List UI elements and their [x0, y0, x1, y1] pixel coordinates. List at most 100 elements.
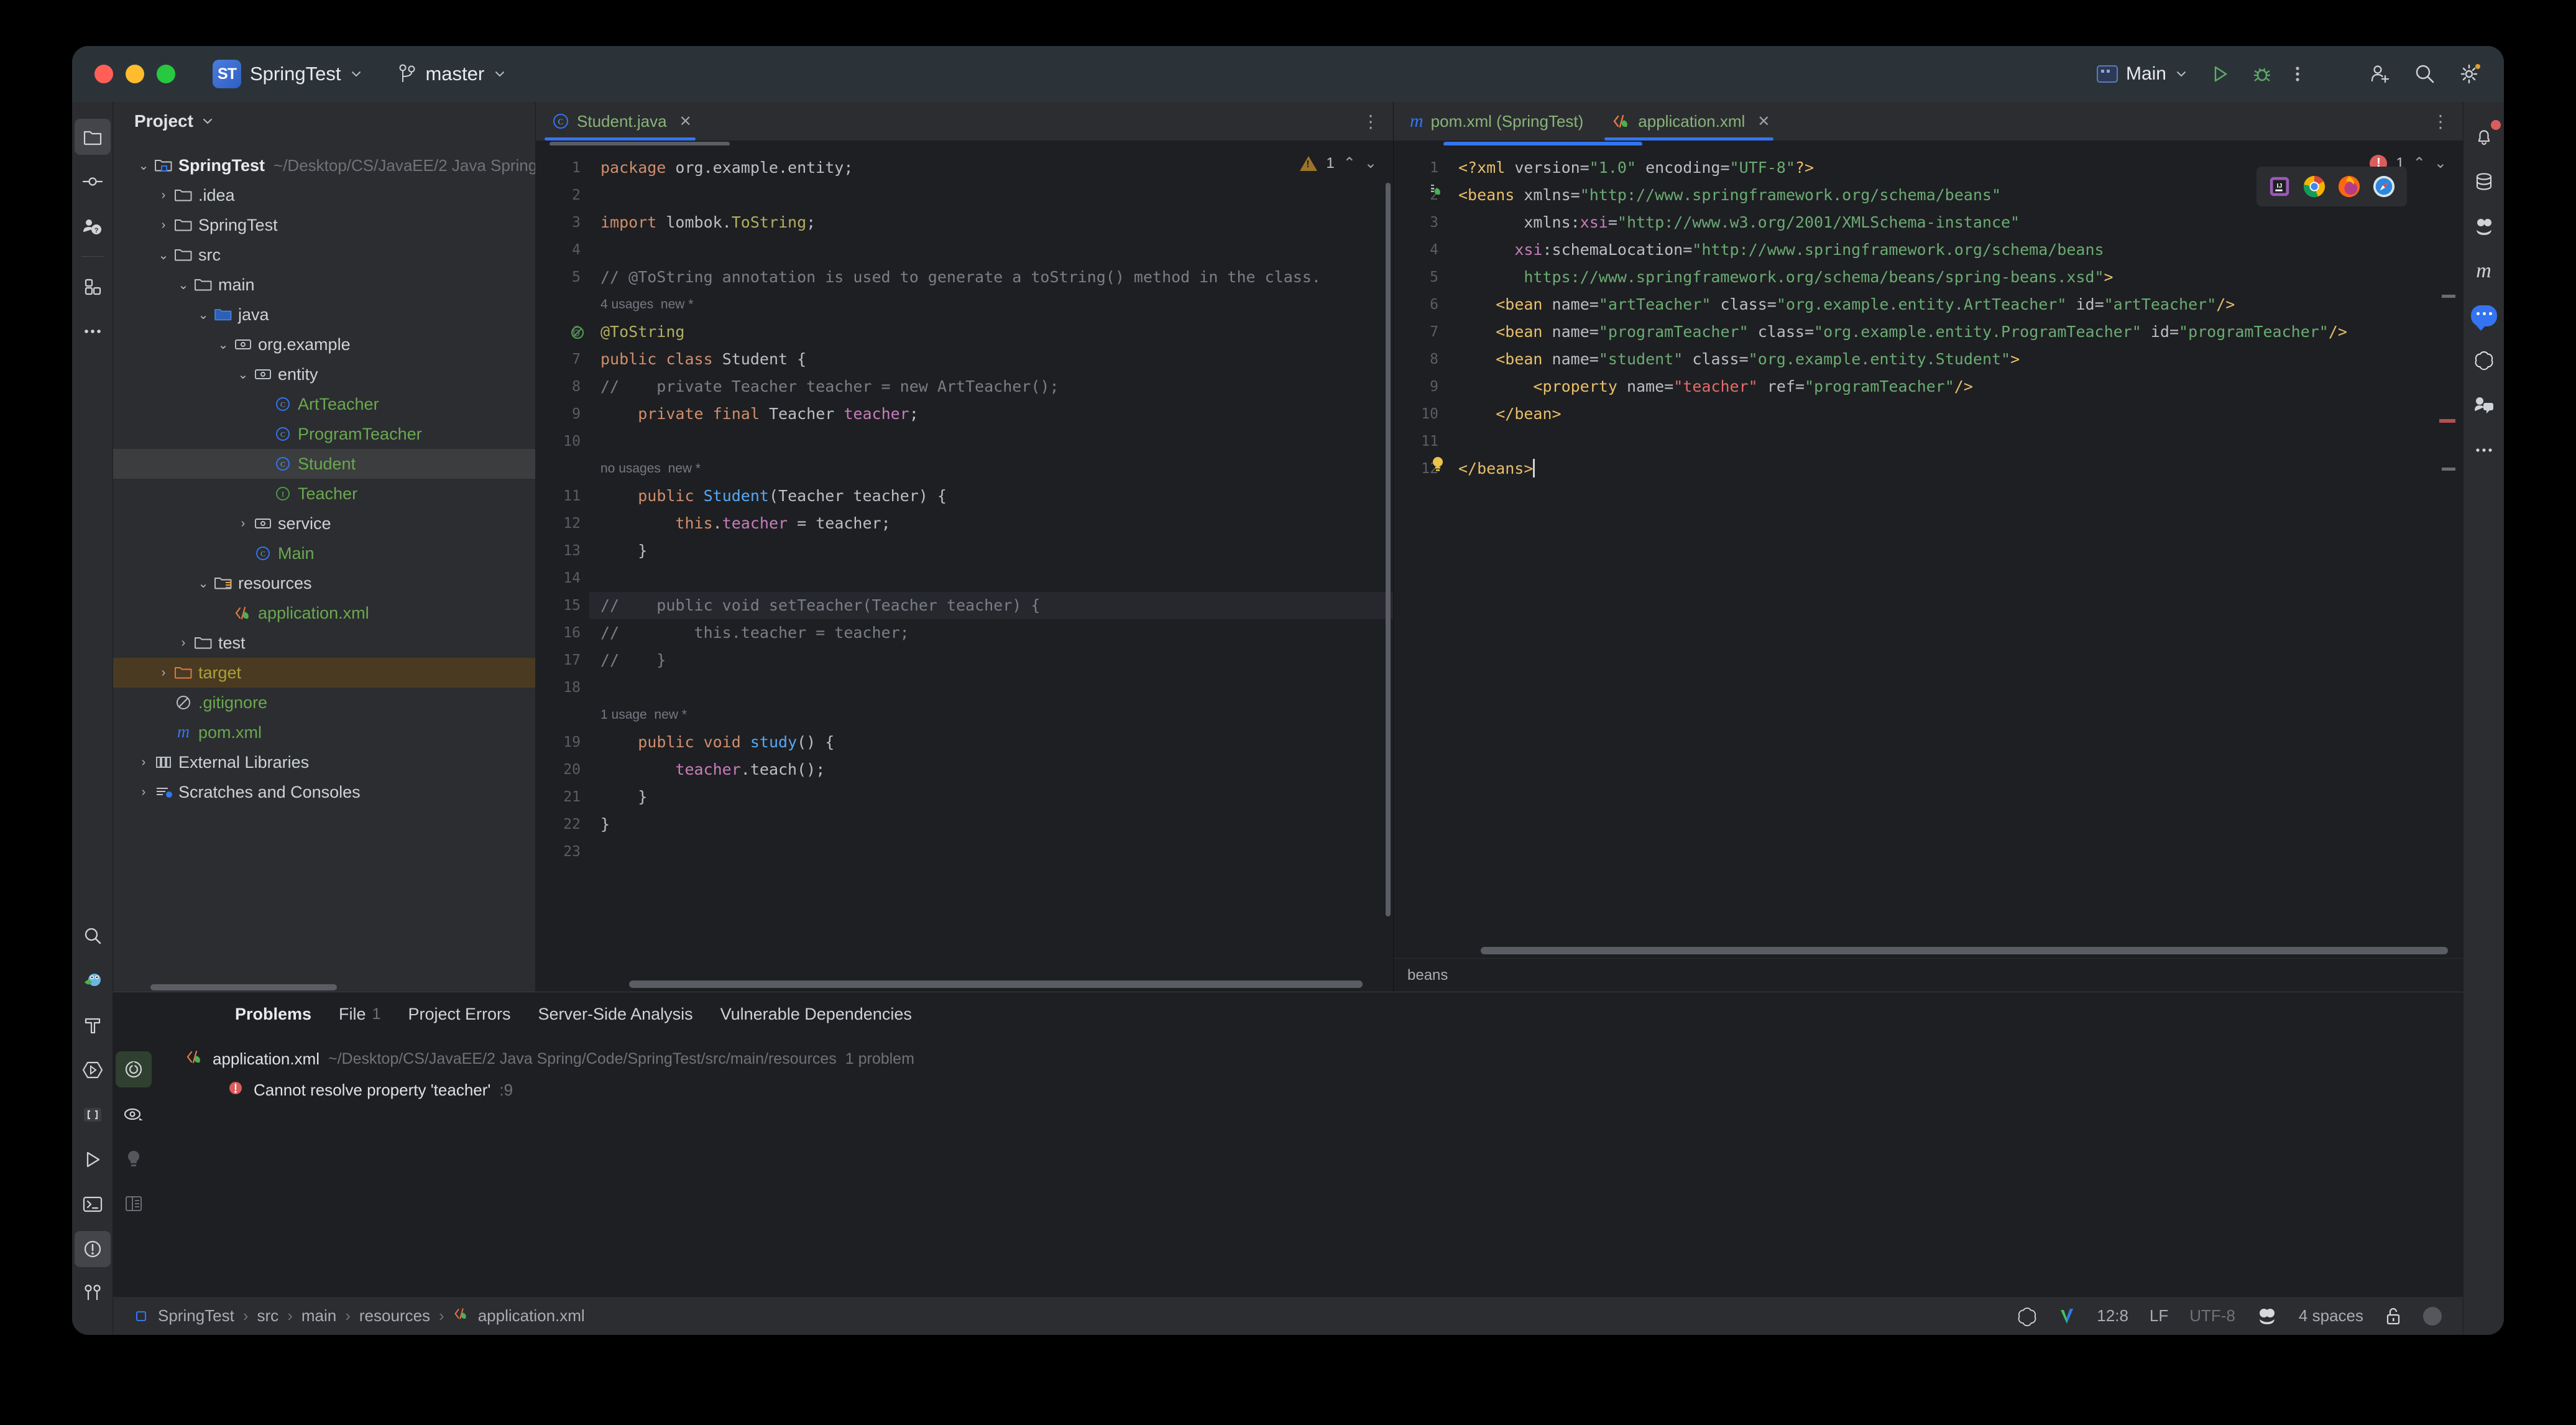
editor-vscrollbar-left[interactable] [1386, 183, 1391, 916]
tree-expander-icon[interactable]: › [234, 517, 252, 531]
run-button[interactable] [2209, 63, 2230, 85]
code-line[interactable]: https://www.springframework.org/schema/b… [1447, 264, 2463, 291]
tree-item-external-libraries[interactable]: ›External Libraries [113, 747, 535, 777]
lock-icon[interactable] [2385, 1306, 2402, 1326]
problems-tab-file[interactable]: File1 [339, 1005, 380, 1024]
editor-hscroll-top-left[interactable] [536, 141, 1393, 145]
code-line[interactable]: // @ToString annotation is used to gener… [589, 264, 1393, 291]
tree-expander-icon[interactable]: › [174, 636, 193, 650]
code-line[interactable] [589, 838, 1393, 865]
project-panel-header[interactable]: Project [113, 102, 535, 141]
code-line[interactable]: } [589, 811, 1393, 838]
editor-gutter-right[interactable]: 123456789101112 [1394, 145, 1447, 944]
code-line[interactable]: xmlns:xsi="http://www.w3.org/2001/XMLSch… [1447, 209, 2463, 236]
spring-bean-gutter-icon[interactable] [1427, 182, 1445, 199]
tree-item--idea[interactable]: ›.idea [113, 180, 535, 210]
ai-assistant-icon[interactable] [2466, 208, 2502, 244]
search-icon[interactable] [2413, 62, 2437, 86]
editor-hscroll-right[interactable] [1394, 944, 2463, 958]
code-line[interactable]: @ToString [589, 318, 1393, 346]
tree-expander-icon[interactable]: ⌄ [174, 277, 193, 293]
tree-expander-icon[interactable]: ⌄ [134, 158, 153, 173]
notifications-icon[interactable] [2466, 119, 2502, 155]
tree-expander-icon[interactable]: ⌄ [214, 337, 232, 353]
code-line[interactable] [589, 565, 1393, 592]
prev-problem-icon[interactable]: ⌃ [2413, 154, 2426, 172]
tree-item-java[interactable]: ⌄java [113, 300, 535, 330]
sidebar-item-plugins[interactable] [75, 269, 111, 305]
code-line[interactable]: </beans> [1447, 455, 2463, 482]
next-problem-icon[interactable]: ⌄ [1364, 154, 1377, 172]
code-line[interactable]: </bean> [1447, 400, 2463, 428]
chrome-icon[interactable] [2302, 175, 2326, 198]
tree-expander-icon[interactable]: › [154, 666, 173, 680]
tree-expander-icon[interactable]: › [154, 188, 173, 203]
project-tree-hscrollbar[interactable] [150, 984, 337, 990]
sidebar-item-git[interactable] [75, 1276, 111, 1312]
maven-m-icon[interactable]: m [2466, 253, 2502, 289]
tree-item-test[interactable]: ›test [113, 628, 535, 658]
firefox-icon[interactable] [2337, 175, 2361, 198]
code-with-me-button[interactable] [2368, 62, 2392, 86]
inspection-widget-left[interactable]: 1 ⌃ ⌄ [1300, 154, 1377, 172]
problems-tab-problems[interactable]: Problems [235, 1005, 311, 1024]
quick-fix-bulb-icon[interactable] [116, 1141, 152, 1177]
code-line[interactable]: import lombok.ToString; [589, 209, 1393, 236]
code-line[interactable]: // public void setTeacher(Teacher teache… [589, 592, 1393, 619]
inlay-hint[interactable]: 4 usages new * [589, 291, 1393, 318]
collaboration-icon[interactable] [2466, 387, 2502, 423]
problems-list[interactable]: application.xml~/Desktop/CS/JavaEE/2 Jav… [154, 1036, 2463, 1296]
status-breadcrumb-item[interactable]: resources [359, 1306, 430, 1326]
code-line[interactable]: private final Teacher teacher; [589, 400, 1393, 428]
openai-icon[interactable] [2017, 1306, 2037, 1326]
debug-button[interactable] [2252, 63, 2273, 85]
tree-item-org-example[interactable]: ⌄org.example [113, 330, 535, 359]
more-run-actions-button[interactable] [2294, 63, 2301, 85]
xml-breadcrumb[interactable]: beans [1394, 958, 2463, 992]
tree-item-main[interactable]: CMain [113, 538, 535, 568]
project-tree[interactable]: ⌄SpringTest~/Desktop/CS/JavaEE/2 Java Sp… [113, 141, 535, 983]
suppress-inspection-gutter-icon[interactable] [569, 325, 586, 341]
prev-problem-icon[interactable]: ⌃ [1343, 154, 1356, 172]
caret-position[interactable]: 12:8 [2097, 1306, 2128, 1326]
tree-item-main[interactable]: ⌄main [113, 270, 535, 300]
sidebar-item-search[interactable] [75, 918, 111, 954]
tree-expander-icon[interactable]: › [134, 785, 153, 800]
code-line[interactable]: public class Student { [589, 346, 1393, 373]
code-line[interactable] [589, 674, 1393, 701]
maximize-window-button[interactable] [157, 65, 175, 83]
memory-indicator[interactable] [2423, 1307, 2442, 1326]
status-breadcrumb-item[interactable]: SpringTest [158, 1306, 234, 1326]
editor-hscroll-top-right[interactable] [1394, 141, 2463, 145]
tree-item-service[interactable]: ›service [113, 509, 535, 538]
preview-icon[interactable] [116, 1096, 152, 1132]
close-tab-icon[interactable]: ✕ [1757, 113, 1770, 131]
tree-item-programteacher[interactable]: CProgramTeacher [113, 419, 535, 449]
error-stripe-marker[interactable] [2439, 419, 2455, 423]
code-line[interactable]: package org.example.entity; [589, 154, 1393, 182]
project-selector[interactable]: ST SpringTest [213, 60, 363, 88]
tab-student-java[interactable]: C Student.java ✕ [536, 102, 704, 141]
code-line[interactable]: // private Teacher teacher = new ArtTeac… [589, 373, 1393, 400]
database-icon[interactable] [2466, 164, 2502, 200]
tree-item-application-xml[interactable]: application.xml [113, 598, 535, 628]
code-line[interactable]: teacher.teach(); [589, 756, 1393, 783]
quick-fix-bulb-icon[interactable] [1430, 455, 1446, 474]
sidebar-item-commit[interactable] [75, 164, 111, 200]
sidebar-item-more[interactable] [75, 313, 111, 349]
tree-item-resources[interactable]: ⌄resources [113, 568, 535, 598]
editor-text-left[interactable]: package org.example.entity; import lombo… [589, 145, 1393, 978]
sidebar-item-terminal[interactable] [75, 1186, 111, 1222]
tree-item-springtest[interactable]: ›SpringTest [113, 210, 535, 240]
code-line[interactable]: } [589, 537, 1393, 565]
sidebar-item-pull-requests[interactable]: ? [75, 208, 111, 244]
sidebar-item-run-anything[interactable] [75, 1052, 111, 1088]
sidebar-item-problems[interactable] [75, 1231, 111, 1267]
close-window-button[interactable] [94, 65, 113, 83]
code-editor-application-xml[interactable]: 123456789101112 <?xml version="1.0" enco… [1394, 145, 2463, 944]
status-breadcrumb[interactable]: SpringTest›src›main›resources›applicatio… [134, 1306, 585, 1326]
tree-item-teacher[interactable]: ITeacher [113, 479, 535, 509]
tab-application-xml[interactable]: application.xml ✕ [1596, 102, 1782, 141]
editor-hscroll-left[interactable] [536, 978, 1393, 992]
sidebar-item-spring[interactable] [75, 962, 111, 998]
